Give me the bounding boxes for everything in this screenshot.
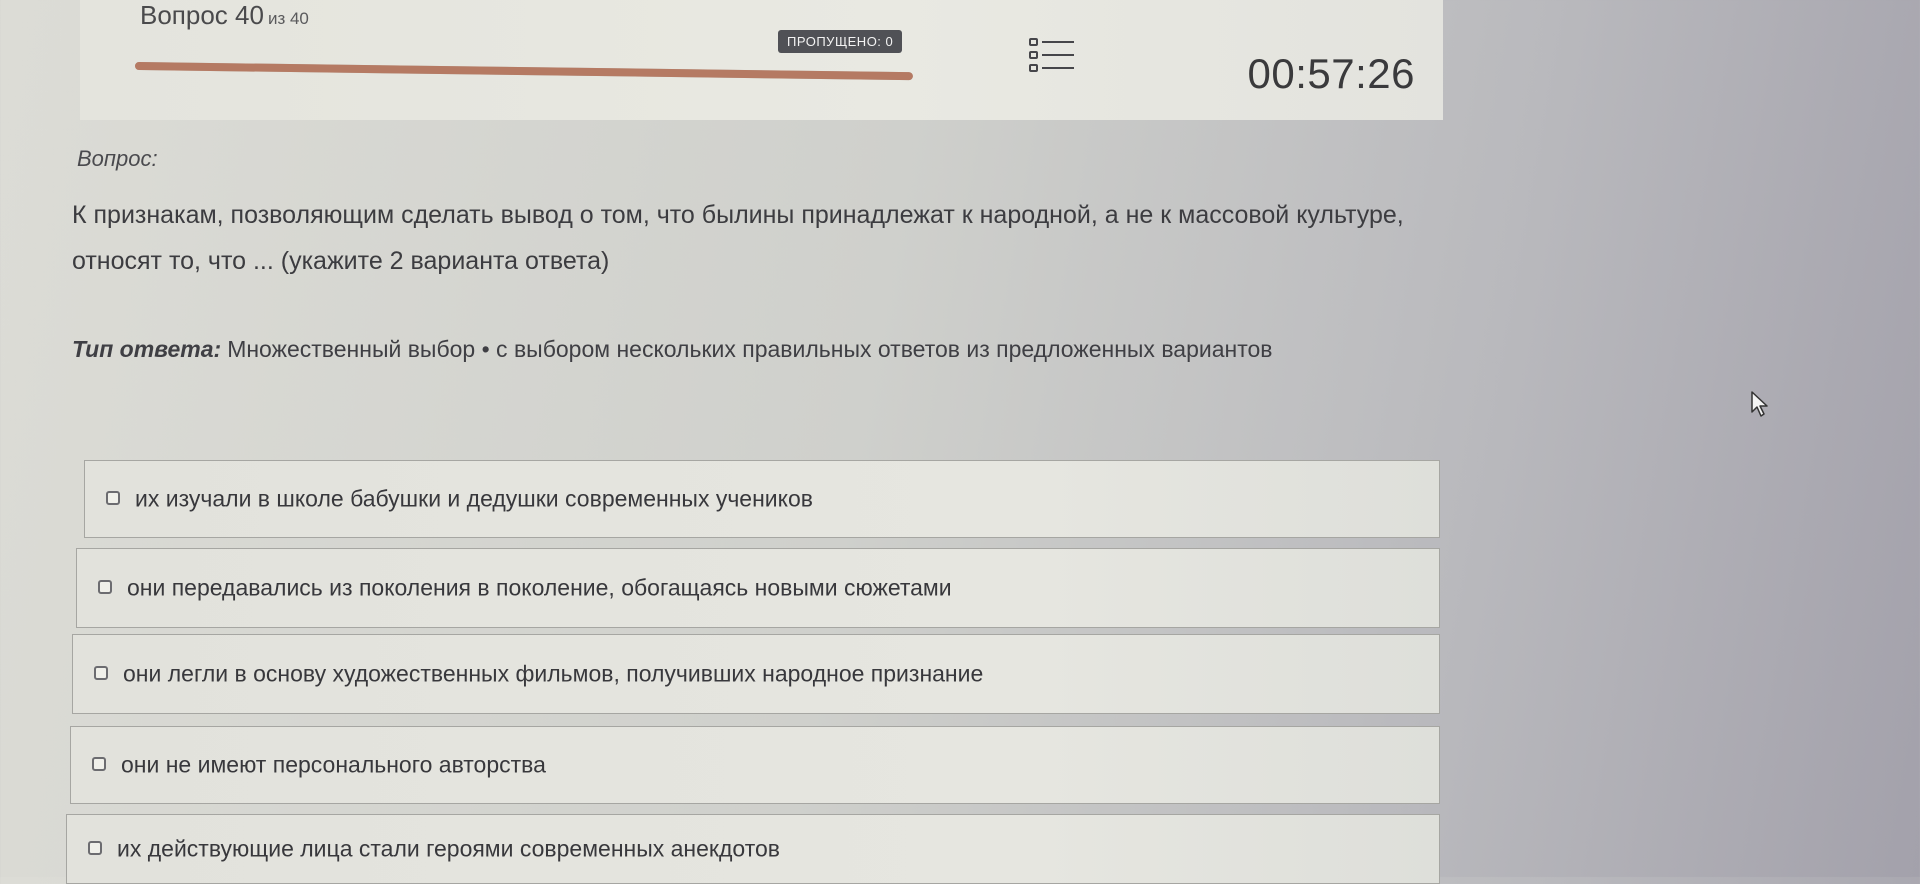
checkbox[interactable] — [88, 841, 102, 855]
question-number: Вопрос 40 — [140, 0, 264, 30]
answer-type-value: Множественный выбор • с выбором нескольк… — [227, 336, 1273, 362]
answer-option-text: их действующие лица стали героями соврем… — [117, 835, 780, 862]
timer: 00:57:26 — [1247, 50, 1415, 97]
answer-option[interactable]: они не имеют персонального авторства — [70, 726, 1440, 804]
answer-option[interactable]: их действующие лица стали героями соврем… — [66, 814, 1440, 884]
checkbox[interactable] — [94, 666, 108, 680]
mouse-cursor-icon — [1751, 391, 1768, 417]
question-label: Вопрос: — [77, 146, 158, 171]
question-counter: Вопрос 40 из 40 — [140, 0, 309, 31]
answer-option-text: они передавались из поколения в поколени… — [127, 574, 952, 601]
answer-option-text: они не имеют персонального авторства — [121, 751, 546, 778]
answer-option[interactable]: они передавались из поколения в поколени… — [76, 548, 1440, 628]
answer-option[interactable]: они легли в основу художественных фильмо… — [72, 634, 1440, 714]
answer-option-text: они легли в основу художественных фильмо… — [123, 660, 984, 687]
answer-type-label: Тип ответа: — [72, 336, 222, 362]
answer-type: Тип ответа: Множественный выбор • с выбор… — [72, 336, 1273, 363]
answer-option-text: их изучали в школе бабушки и дедушки сов… — [135, 485, 813, 512]
question-list-icon[interactable] — [1028, 36, 1076, 76]
checkbox[interactable] — [106, 491, 120, 505]
answer-option[interactable]: их изучали в школе бабушки и дедушки сов… — [84, 460, 1440, 538]
checkbox[interactable] — [98, 580, 112, 594]
question-text: К признакам, позволяющим сделать вывод о… — [72, 201, 1404, 275]
question-total: из 40 — [267, 9, 309, 28]
skipped-badge: ПРОПУЩЕНО: 0 — [778, 30, 903, 53]
checkbox[interactable] — [92, 757, 106, 771]
